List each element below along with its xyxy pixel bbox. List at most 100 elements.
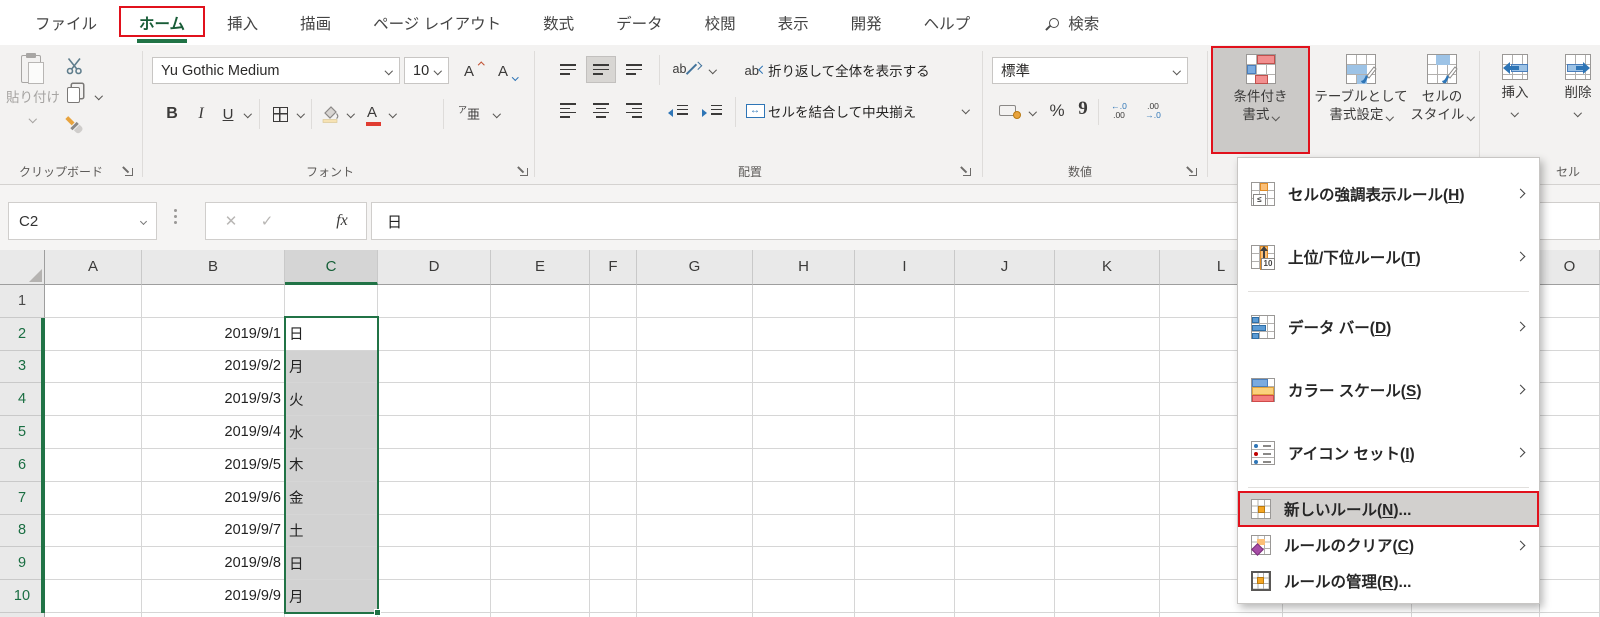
cell-I9[interactable] — [855, 547, 955, 580]
percent-style-button[interactable]: % — [1044, 97, 1070, 125]
cell-L11[interactable] — [1160, 613, 1283, 617]
row-header-4[interactable]: 4 — [0, 383, 45, 416]
cell-F7[interactable] — [590, 482, 637, 515]
cell-O8[interactable] — [1540, 515, 1600, 548]
row-header-1[interactable]: 1 — [0, 285, 45, 318]
cell-K3[interactable] — [1055, 351, 1160, 384]
orientation-button[interactable]: ab — [668, 56, 704, 83]
cell-O10[interactable] — [1540, 580, 1600, 613]
underline-button[interactable]: U — [216, 101, 240, 127]
cell-K4[interactable] — [1055, 383, 1160, 416]
cell-B9[interactable]: 2019/9/8 — [142, 547, 285, 580]
cell-K10[interactable] — [1055, 580, 1160, 613]
menu-item-icon-sets[interactable]: アイコン セット(I) — [1238, 421, 1539, 484]
cell-F8[interactable] — [590, 515, 637, 548]
cell-J6[interactable] — [955, 449, 1055, 482]
cell-E6[interactable] — [491, 449, 590, 482]
cell-I1[interactable] — [855, 285, 955, 318]
cell-E10[interactable] — [491, 580, 590, 613]
cell-C10[interactable]: 月 — [285, 580, 378, 613]
cell-H6[interactable] — [753, 449, 855, 482]
tab-file[interactable]: ファイル — [14, 0, 118, 45]
cell-E5[interactable] — [491, 416, 590, 449]
clipboard-dialog-launcher-icon[interactable] — [122, 165, 135, 178]
cell-B7[interactable]: 2019/9/6 — [142, 482, 285, 515]
cell-A7[interactable] — [45, 482, 142, 515]
cell-A4[interactable] — [45, 383, 142, 416]
column-header-D[interactable]: D — [378, 250, 491, 285]
paste-button[interactable]: 貼り付け — [6, 51, 60, 167]
cell-A2[interactable] — [45, 318, 142, 351]
cell-K9[interactable] — [1055, 547, 1160, 580]
cell-I10[interactable] — [855, 580, 955, 613]
wrap-text-button[interactable]: 折り返して全体を表示する — [768, 58, 968, 82]
cell-I4[interactable] — [855, 383, 955, 416]
cell-J4[interactable] — [955, 383, 1055, 416]
cell-C3[interactable]: 月 — [285, 351, 378, 384]
cell-D4[interactable] — [378, 383, 491, 416]
name-box[interactable]: C2 — [8, 202, 157, 240]
cell-I11[interactable] — [855, 613, 955, 617]
cell-F10[interactable] — [590, 580, 637, 613]
cell-J1[interactable] — [955, 285, 1055, 318]
cell-D3[interactable] — [378, 351, 491, 384]
cell-D7[interactable] — [378, 482, 491, 515]
cell-O3[interactable] — [1540, 351, 1600, 384]
menu-item-color-scales[interactable]: カラー スケール(S) — [1238, 358, 1539, 421]
cell-H5[interactable] — [753, 416, 855, 449]
increase-font-size-button[interactable]: A — [456, 59, 482, 83]
column-header-F[interactable]: F — [590, 250, 637, 285]
delete-cells-button[interactable]: 削除 — [1550, 48, 1600, 152]
column-header-O[interactable]: O — [1540, 250, 1600, 285]
row-header-6[interactable]: 6 — [0, 449, 45, 482]
cell-O9[interactable] — [1540, 547, 1600, 580]
cell-G10[interactable] — [637, 580, 753, 613]
cell-J11[interactable] — [955, 613, 1055, 617]
align-center-button[interactable] — [586, 97, 616, 124]
row-header-3[interactable]: 3 — [0, 351, 45, 384]
tab-page-layout[interactable]: ページ レイアウト — [352, 0, 522, 45]
decrease-font-size-button[interactable]: A — [490, 59, 516, 83]
tab-insert[interactable]: 挿入 — [206, 0, 279, 45]
column-header-I[interactable]: I — [855, 250, 955, 285]
menu-item-top-bottom-rules[interactable]: 10 上位/下位ルール(T) — [1238, 225, 1539, 288]
cell-C7[interactable]: 金 — [285, 482, 378, 515]
cell-J7[interactable] — [955, 482, 1055, 515]
cell-F5[interactable] — [590, 416, 637, 449]
merge-center-button[interactable]: セルを結合して中央揃え — [768, 99, 958, 123]
italic-button[interactable]: I — [190, 101, 212, 127]
cell-A5[interactable] — [45, 416, 142, 449]
decrease-indent-button[interactable] — [664, 100, 692, 122]
tab-help[interactable]: ヘルプ — [903, 0, 992, 45]
column-header-J[interactable]: J — [955, 250, 1055, 285]
cell-O11[interactable] — [1540, 613, 1600, 617]
cell-I7[interactable] — [855, 482, 955, 515]
cell-A10[interactable] — [45, 580, 142, 613]
row-header-2[interactable]: 2 — [0, 318, 45, 351]
cell-D6[interactable] — [378, 449, 491, 482]
phonetic-guide-button[interactable]: ア亜 — [452, 99, 486, 127]
cell-B10[interactable]: 2019/9/9 — [142, 580, 285, 613]
font-dialog-launcher-icon[interactable] — [517, 165, 530, 178]
menu-item-clear-rules[interactable]: ルールのクリア(C) — [1238, 527, 1539, 563]
insert-function-button[interactable]: fx — [324, 203, 360, 239]
cell-D10[interactable] — [378, 580, 491, 613]
column-header-C[interactable]: C — [285, 250, 378, 285]
cell-J9[interactable] — [955, 547, 1055, 580]
cell-I2[interactable] — [855, 318, 955, 351]
cell-I6[interactable] — [855, 449, 955, 482]
bold-button[interactable]: B — [160, 101, 184, 127]
cancel-entry-button[interactable]: ✕ — [214, 203, 248, 239]
formula-bar-resize-handle[interactable] — [174, 209, 178, 224]
font-name-select[interactable]: Yu Gothic Medium — [152, 57, 400, 84]
cell-K11[interactable] — [1055, 613, 1160, 617]
fill-color-button[interactable] — [318, 99, 344, 127]
row-header-7[interactable]: 7 — [0, 482, 45, 515]
increase-indent-button[interactable] — [698, 100, 726, 122]
cell-E4[interactable] — [491, 383, 590, 416]
name-box-dropdown-icon[interactable] — [140, 217, 147, 224]
cell-D9[interactable] — [378, 547, 491, 580]
cell-K2[interactable] — [1055, 318, 1160, 351]
cell-F2[interactable] — [590, 318, 637, 351]
cell-J10[interactable] — [955, 580, 1055, 613]
